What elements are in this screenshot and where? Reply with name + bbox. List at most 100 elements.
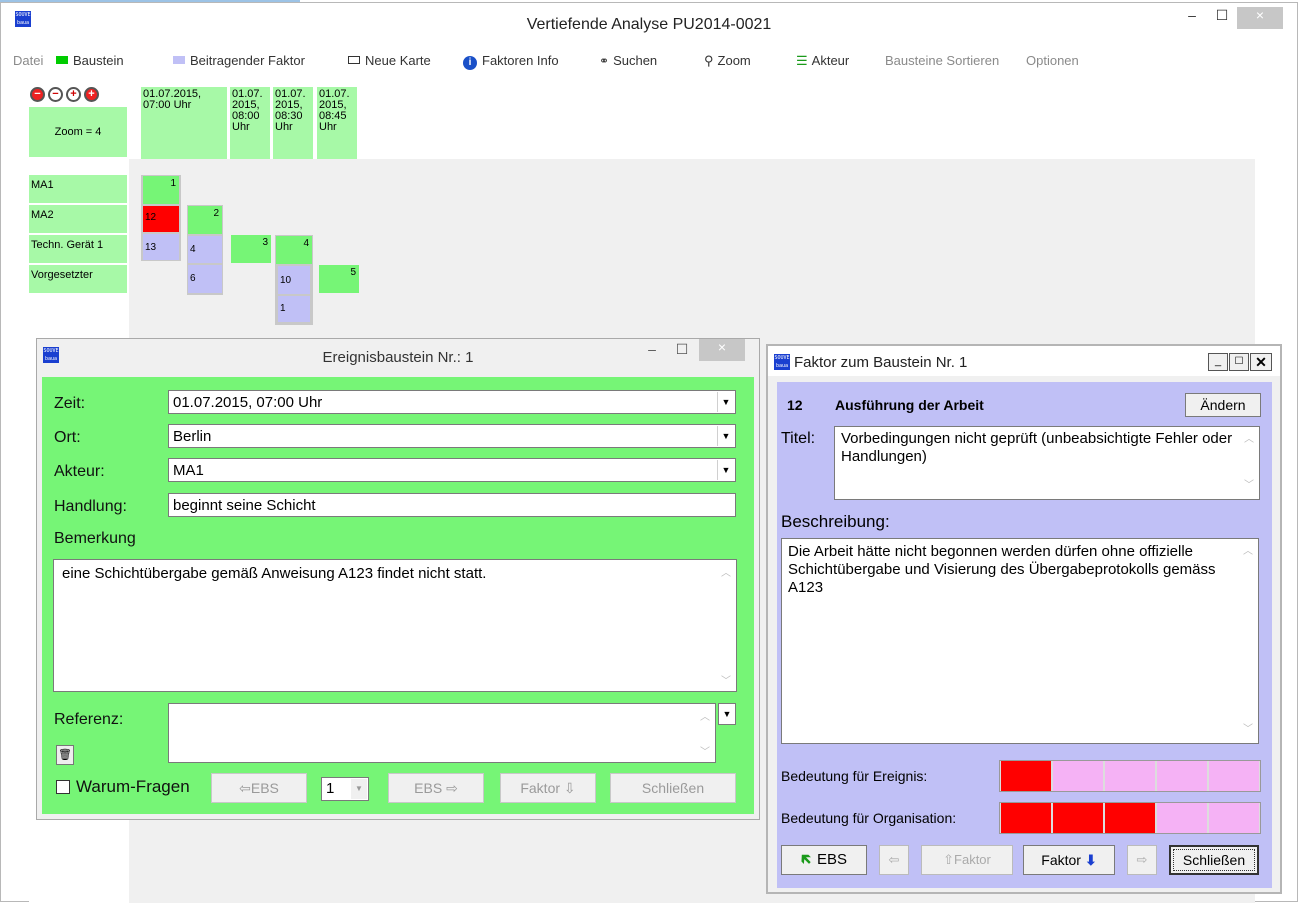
factor-block-selected[interactable]: 12 (143, 206, 179, 232)
beschreibung-textarea[interactable]: Die Arbeit hätte nicht begonnen werden d… (781, 538, 1259, 744)
ort-combobox[interactable]: Berlin ▼ (168, 424, 736, 448)
factor-number: 12 (787, 397, 803, 413)
referenz-label: Referenz: (54, 711, 124, 728)
factor-close-button[interactable]: ✕ (1250, 353, 1272, 371)
zoom-in-icon[interactable]: + (66, 87, 81, 102)
maximize-button[interactable]: ☐ (1207, 7, 1237, 31)
time-header-1[interactable]: 01.07.2015, 07:00 Uhr (141, 87, 227, 159)
event-block[interactable]: 2 (188, 206, 222, 234)
factor-block[interactable]: 4 (188, 236, 222, 263)
bemerkung-textarea[interactable]: eine Schichtübergabe gemäß Anweisung A12… (53, 559, 737, 692)
zoom-in-max-icon[interactable]: + (84, 87, 99, 102)
scroll-up-icon[interactable]: ︿ (1240, 543, 1256, 561)
handlung-input[interactable]: beginnt seine Schicht (168, 493, 736, 517)
factor-schliessen-button[interactable]: Schließen (1169, 845, 1259, 875)
factor-block[interactable]: 10 (278, 266, 310, 294)
factor-block[interactable]: 6 (188, 265, 222, 293)
bemerkung-scrollbar[interactable]: ︿ ﹀ (718, 562, 734, 689)
factor-maximize-button[interactable]: ☐ (1229, 353, 1249, 371)
step-select[interactable]: 1 ▼ (321, 777, 369, 801)
zoom-out-icon[interactable]: − (48, 87, 63, 102)
factor-block[interactable]: 13 (143, 234, 179, 260)
scroll-down-icon[interactable]: ﹀ (697, 743, 713, 758)
zeit-combobox[interactable]: 01.07.2015, 07:00 Uhr ▼ (168, 390, 736, 414)
event-dialog-close[interactable]: × (699, 339, 745, 361)
menu-suchen[interactable]: ⚭ Suchen (599, 53, 657, 68)
referenz-input[interactable]: ︿ ﹀ (168, 703, 716, 763)
bedeutung-ereignis-scale[interactable] (999, 760, 1261, 792)
menu-optionen[interactable]: Optionen (1026, 53, 1079, 68)
menu-beitragender-faktor[interactable]: Beitragender Faktor (173, 53, 305, 68)
zoom-out-max-icon[interactable]: − (30, 87, 45, 102)
faktor-down-button[interactable]: Faktor ⇩ (500, 773, 596, 803)
severity-cell[interactable] (1209, 761, 1259, 791)
factor-prev-button[interactable]: ⇦ (879, 845, 909, 875)
menu-akteur[interactable]: ☰ Akteur (796, 53, 849, 69)
ebs-back-button[interactable]: 🡴 EBS (781, 845, 867, 875)
faktor-down-button[interactable]: Faktor ⬇ (1023, 845, 1115, 875)
time-header-4[interactable]: 01.07. 2015, 08:45 Uhr (317, 87, 357, 159)
faktor-up-button[interactable]: ⇧Faktor (921, 845, 1013, 875)
menu-datei[interactable]: Datei (13, 53, 43, 68)
chevron-down-icon[interactable]: ▼ (351, 779, 367, 799)
scroll-down-icon[interactable]: ﹀ (718, 672, 734, 687)
event-block[interactable]: 5 (319, 265, 359, 293)
info-icon: i (463, 56, 477, 70)
factor-next-button[interactable]: ⇨ (1127, 845, 1157, 875)
factor-block[interactable]: 1 (278, 296, 310, 322)
menu-bausteine-sortieren[interactable]: Bausteine Sortieren (885, 53, 999, 68)
severity-cell[interactable] (1157, 761, 1207, 791)
scroll-up-icon[interactable]: ︿ (718, 564, 734, 579)
scroll-up-icon[interactable]: ︿ (1241, 431, 1257, 449)
bedeutung-organisation-scale[interactable] (999, 802, 1261, 834)
factor-minimize-button[interactable]: _ (1208, 353, 1228, 371)
severity-cell[interactable] (1001, 803, 1051, 833)
menu-zoom[interactable]: ⚲ Zoom (704, 53, 751, 69)
severity-cell[interactable] (1001, 761, 1051, 791)
menu-neue-karte-label: Neue Karte (365, 53, 431, 68)
severity-cell[interactable] (1157, 803, 1207, 833)
actor-row-ma2[interactable]: MA2 (29, 205, 127, 233)
actor-row-vorgesetzter[interactable]: Vorgesetzter (29, 265, 127, 293)
akteur-value: MA1 (173, 462, 204, 479)
chevron-down-icon[interactable]: ▼ (717, 426, 734, 446)
event-block[interactable]: 1 (143, 176, 179, 204)
minimize-button[interactable]: – (1177, 7, 1207, 31)
referenz-dropdown-icon[interactable]: ▼ (718, 703, 736, 725)
beschreibung-scrollbar[interactable]: ︿ ﹀ (1240, 541, 1256, 741)
event-dialog-maximize[interactable]: ☐ (667, 341, 697, 358)
ebs-prev-button[interactable]: ⇦EBS (211, 773, 307, 803)
severity-cell[interactable] (1105, 761, 1155, 791)
severity-cell[interactable] (1209, 803, 1259, 833)
scroll-up-icon[interactable]: ︿ (697, 708, 713, 723)
event-block[interactable]: 4 (276, 236, 312, 264)
schliessen-button[interactable]: Schließen (610, 773, 736, 803)
menu-faktoren-info[interactable]: i Faktoren Info (463, 53, 559, 70)
menu-neue-karte[interactable]: Neue Karte (348, 53, 431, 68)
akteur-combobox[interactable]: MA1 ▼ (168, 458, 736, 482)
aendern-button[interactable]: Ändern (1185, 393, 1261, 417)
chevron-down-icon[interactable]: ▼ (717, 392, 734, 412)
titel-scrollbar[interactable]: ︿ ﹀ (1241, 429, 1257, 497)
severity-cell[interactable] (1053, 761, 1103, 791)
scroll-down-icon[interactable]: ﹀ (1240, 721, 1256, 739)
close-button[interactable]: × (1237, 7, 1283, 29)
scroll-down-icon[interactable]: ﹀ (1241, 477, 1257, 495)
menu-baustein[interactable]: Baustein (56, 53, 124, 68)
referenz-scrollbar[interactable]: ︿ ﹀ (697, 706, 713, 760)
zeit-label: Zeit: (54, 395, 86, 412)
titel-textarea[interactable]: Vorbedingungen nicht geprüft (unbeabsich… (834, 426, 1260, 500)
chevron-down-icon[interactable]: ▼ (717, 460, 734, 480)
severity-cell[interactable] (1105, 803, 1155, 833)
ebs-next-button[interactable]: EBS ⇨ (388, 773, 484, 803)
ebs-back-label: EBS (817, 851, 848, 868)
time-header-3[interactable]: 01.07. 2015, 08:30 Uhr (273, 87, 313, 159)
event-dialog-minimize[interactable]: – (637, 341, 667, 357)
actor-row-ma1[interactable]: MA1 (29, 175, 127, 203)
time-header-2[interactable]: 01.07. 2015, 08:00 Uhr (230, 87, 270, 159)
event-block[interactable]: 3 (231, 235, 271, 263)
warum-fragen-checkbox[interactable] (56, 780, 70, 794)
trash-icon[interactable]: 🗑 (56, 745, 74, 765)
severity-cell[interactable] (1053, 803, 1103, 833)
actor-row-geraet[interactable]: Techn. Gerät 1 (29, 235, 127, 263)
